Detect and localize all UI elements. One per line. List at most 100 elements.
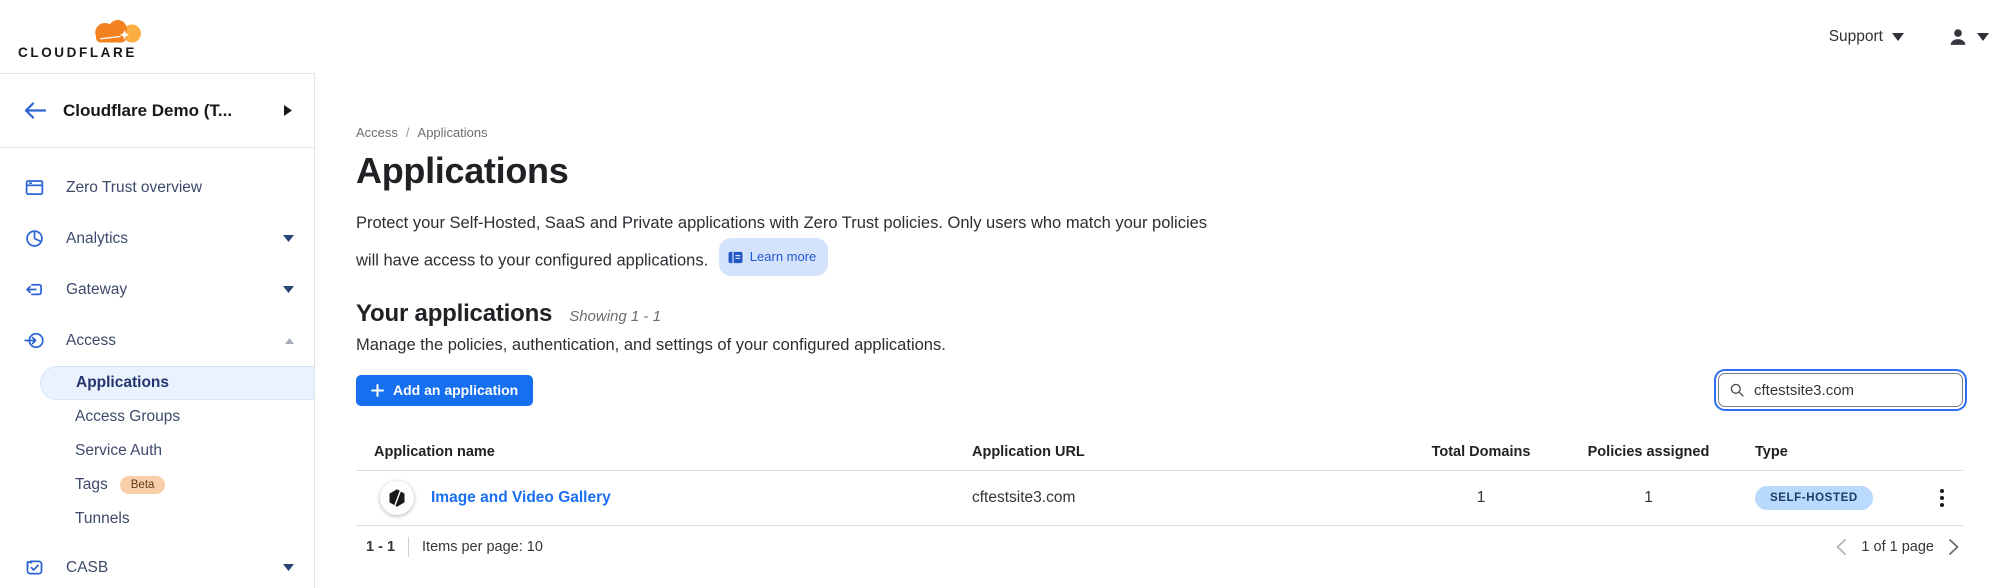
table-row: Image and Video Gallery cftestsite3.com … (356, 471, 1963, 526)
section-subtitle: Manage the policies, authentication, and… (356, 332, 1963, 358)
sidebar-item-service-auth[interactable]: Service Auth (0, 434, 314, 468)
chevron-down-icon (1892, 33, 1904, 41)
account-name: Cloudflare Demo (T... (63, 101, 284, 121)
chevron-down-icon (283, 564, 294, 571)
sidebar-item-label: Tunnels (75, 510, 130, 528)
column-header-application-url: Application URL (966, 444, 1406, 460)
column-header-type: Type (1741, 444, 1921, 460)
sidebar-item-label: Access Groups (75, 408, 180, 426)
window-icon (24, 177, 45, 198)
search-box (1718, 373, 1963, 407)
type-cell: SELF-HOSTED (1741, 486, 1921, 510)
items-per-page-label: Items per page: 10 (422, 539, 543, 555)
showing-count: Showing 1 - 1 (569, 308, 661, 325)
breadcrumb-separator: / (406, 125, 410, 140)
row-actions-cell (1921, 485, 1963, 511)
self-hosted-badge: SELF-HOSTED (1755, 486, 1873, 510)
total-domains-cell: 1 (1406, 489, 1556, 507)
search-input[interactable] (1718, 373, 1963, 407)
user-menu[interactable] (1948, 27, 1991, 47)
sidebar-item-label: Analytics (66, 230, 128, 248)
chevron-left-icon (1836, 539, 1846, 555)
sidebar-item-label: Zero Trust overview (66, 179, 202, 197)
application-avatar (380, 481, 414, 515)
next-page-button[interactable] (1949, 539, 1959, 555)
kebab-menu-icon[interactable] (1936, 485, 1948, 511)
sidebar-item-applications[interactable]: Applications (40, 366, 314, 400)
main-content: Access / Applications Applications Protect… (315, 73, 1999, 588)
sidebar-account-header: Cloudflare Demo (T... (0, 74, 314, 148)
breadcrumb-applications[interactable]: Applications (418, 125, 488, 140)
sidebar-item-label: Service Auth (75, 442, 162, 460)
sidebar-item-label: CASB (66, 559, 108, 577)
support-menu[interactable]: Support (1829, 28, 1904, 46)
cube-icon (387, 488, 407, 508)
chevron-down-icon (283, 286, 294, 293)
pagination-left: 1 - 1 Items per page: 10 (366, 537, 543, 557)
pie-chart-icon (24, 228, 45, 249)
section-title: Your applications (356, 300, 552, 328)
top-bar-right: Support (1829, 27, 1991, 47)
previous-page-button[interactable] (1836, 539, 1846, 555)
page-title: Applications (356, 150, 1963, 192)
add-application-label: Add an application (393, 382, 518, 398)
breadcrumb: Access / Applications (356, 125, 1963, 140)
zero-trust-dashboard: CLOUDFLARE Support Cloudflare Demo (T... (0, 0, 1999, 588)
app-shell: Cloudflare Demo (T... Zero Trust overvie… (0, 73, 1999, 588)
pagination-right: 1 of 1 page (1836, 539, 1959, 555)
sidebar: Cloudflare Demo (T... Zero Trust overvie… (0, 73, 315, 588)
gateway-icon (24, 279, 45, 300)
top-bar: CLOUDFLARE Support (0, 0, 1999, 73)
cloudflare-cloud-icon (82, 14, 146, 44)
pagination-divider (408, 537, 409, 557)
plus-icon (371, 384, 384, 397)
sidebar-item-zero-trust-overview[interactable]: Zero Trust overview (0, 162, 314, 213)
sidebar-item-access[interactable]: Access (0, 315, 314, 366)
sidebar-item-label: Gateway (66, 281, 127, 299)
sidebar-item-label: Applications (76, 374, 169, 392)
sidebar-item-label: Access (66, 332, 116, 350)
sidebar-item-access-groups[interactable]: Access Groups (0, 400, 314, 434)
pagination-range: 1 - 1 (366, 539, 395, 555)
application-url-cell: cftestsite3.com (966, 489, 1406, 507)
casb-check-icon (24, 557, 45, 578)
sidebar-item-tunnels[interactable]: Tunnels (0, 502, 314, 536)
table-header-row: Application name Application URL Total D… (356, 432, 1963, 471)
beta-badge: Beta (120, 476, 166, 494)
page-info: 1 of 1 page (1861, 539, 1934, 555)
applications-table: Application name Application URL Total D… (356, 432, 1963, 557)
breadcrumb-access[interactable]: Access (356, 125, 398, 140)
learn-more-label: Learn more (750, 242, 816, 272)
column-header-application-name: Application name (356, 444, 966, 460)
user-avatar-icon (1948, 27, 1968, 47)
application-name-cell: Image and Video Gallery (356, 481, 966, 515)
column-header-policies-assigned: Policies assigned (1556, 444, 1741, 460)
pagination-bar: 1 - 1 Items per page: 10 1 of 1 page (356, 526, 1963, 557)
application-name-link[interactable]: Image and Video Gallery (431, 489, 611, 507)
sidebar-item-analytics[interactable]: Analytics (0, 213, 314, 264)
section-header: Your applications Showing 1 - 1 (356, 300, 1963, 330)
chevron-right-icon (1949, 539, 1959, 555)
chevron-down-icon (1977, 33, 1989, 41)
brand-wordmark: CLOUDFLARE (18, 45, 137, 60)
sidebar-collapse-toggle[interactable] (284, 105, 292, 116)
add-application-button[interactable]: Add an application (356, 375, 533, 406)
chevron-right-icon (284, 105, 292, 116)
book-icon (728, 251, 743, 264)
page-description: Protect your Self-Hosted, SaaS and Priva… (356, 208, 1224, 276)
sidebar-item-casb[interactable]: CASB (0, 542, 314, 588)
login-arrow-icon (24, 330, 45, 351)
sidebar-item-label: Tags (75, 476, 108, 494)
column-header-total-domains: Total Domains (1406, 444, 1556, 460)
policies-assigned-cell: 1 (1556, 489, 1741, 507)
sidebar-item-gateway[interactable]: Gateway (0, 264, 314, 315)
sidebar-item-tags[interactable]: Tags Beta (0, 468, 314, 502)
chevron-up-icon (285, 338, 294, 344)
learn-more-badge[interactable]: Learn more (719, 238, 828, 276)
back-arrow-icon[interactable] (24, 102, 46, 119)
support-label: Support (1829, 28, 1883, 46)
chevron-down-icon (283, 235, 294, 242)
toolbar: Add an application (356, 372, 1963, 408)
sidebar-nav: Zero Trust overview Analytics Gateway (0, 148, 314, 588)
cloudflare-logo[interactable]: CLOUDFLARE (18, 14, 146, 60)
